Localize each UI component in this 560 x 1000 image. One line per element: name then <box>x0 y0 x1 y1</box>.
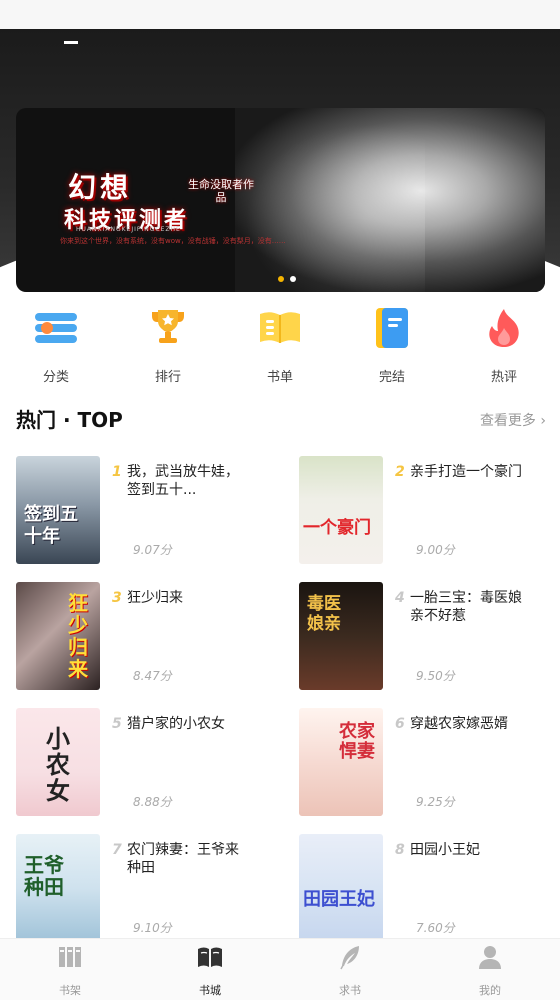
book-rank: 8 <box>395 842 405 858</box>
tab-label: 书城 <box>199 984 221 997</box>
book-title: 农门辣妻：王爷来种田 <box>127 842 239 876</box>
bookshelf-icon <box>59 947 81 967</box>
book-rank: 7 <box>112 842 122 858</box>
tab-label: 书架 <box>59 984 81 997</box>
category-item-booklist[interactable]: 书单 <box>224 300 336 385</box>
banner-title-line1: 幻想 <box>68 171 133 204</box>
tab-bookshelf[interactable]: 书架 <box>0 939 140 1000</box>
feather-icon <box>340 946 359 970</box>
category-item-classify[interactable]: 分类 <box>0 300 112 385</box>
book-title: 一胎三宝：毒医娘亲不好惹 <box>410 590 522 624</box>
tab-profile[interactable]: 我的 <box>420 939 560 1000</box>
book-score: 9.25分 <box>416 795 455 809</box>
carousel-indicator <box>278 276 296 282</box>
book-title: 田园小王妃 <box>410 842 480 858</box>
book-item[interactable]: 狂少归来 3 狂少归来 8.47分 <box>16 582 276 690</box>
banner-tagline: 你来到这个世界，没有系统，没有wow，没有战锤，没有梨月，没有…… <box>60 237 286 245</box>
carousel-dot-active[interactable] <box>278 276 284 282</box>
category-label: 热评 <box>490 370 517 385</box>
book-rank: 2 <box>395 464 405 480</box>
book-score: 9.50分 <box>416 669 455 683</box>
banner-author: 生命没取者作品 <box>188 178 254 204</box>
tab-request-book[interactable]: 求书 <box>280 939 420 1000</box>
book-rank: 1 <box>112 464 122 480</box>
book-rank: 4 <box>395 590 405 606</box>
flame-icon <box>489 309 519 347</box>
book-cover: 王爷种田 <box>16 834 100 942</box>
view-more-link[interactable]: 查看更多 › <box>480 410 546 430</box>
book-cover: 毒医娘亲 <box>299 582 383 690</box>
book-title: 狂少归来 <box>127 590 183 606</box>
carousel-dot[interactable] <box>290 276 296 282</box>
book-title: 我，武当放牛娃，签到五十... <box>127 464 239 498</box>
book-item[interactable]: 签到五十年 1 我，武当放牛娃，签到五十... 9.07分 <box>16 456 276 564</box>
category-label: 书单 <box>266 370 293 385</box>
completed-book-icon <box>376 308 408 348</box>
category-item-completed[interactable]: 完结 <box>336 300 448 385</box>
category-item-hot-review[interactable]: 热评 <box>448 300 560 385</box>
book-score: 9.00分 <box>416 543 455 557</box>
category-label: 排行 <box>154 370 181 385</box>
book-score: 8.88分 <box>133 795 172 809</box>
banner-carousel[interactable]: 幻想 生命没取者作品 科技评测者 HUANXIANGKEJIPINGCEZHE … <box>16 108 545 292</box>
book-cover: 狂少归来 <box>16 582 100 690</box>
book-item[interactable]: 田园王妃 8 田园小王妃 7.60分 <box>299 834 559 942</box>
tab-bookstore[interactable]: 书城 <box>140 939 280 1000</box>
category-label: 分类 <box>42 370 69 385</box>
book-item[interactable]: 一个豪门 2 亲手打造一个豪门 9.00分 <box>299 456 559 564</box>
book-rank: 3 <box>112 590 122 606</box>
status-bar <box>0 0 560 29</box>
open-book-icon <box>198 947 222 967</box>
book-score: 9.07分 <box>133 543 172 557</box>
tab-label: 我的 <box>479 984 501 997</box>
book-score: 7.60分 <box>416 921 455 935</box>
category-label: 完结 <box>378 370 405 385</box>
book-rank: 6 <box>395 716 405 732</box>
book-cover: 一个豪门 <box>299 456 383 564</box>
book-score: 8.47分 <box>133 669 172 683</box>
category-item-rank[interactable]: 排行 <box>112 300 224 385</box>
tab-label: 求书 <box>339 984 361 997</box>
book-title: 穿越农家嫁恶婿 <box>410 716 508 732</box>
book-score: 9.10分 <box>133 921 172 935</box>
book-cover: 田园王妃 <box>299 834 383 942</box>
book-item[interactable]: 毒医娘亲 4 一胎三宝：毒医娘亲不好惹 9.50分 <box>299 582 559 690</box>
book-cover: 农家悍妻 <box>299 708 383 816</box>
trophy-icon <box>152 310 184 343</box>
book-item[interactable]: 农家悍妻 6 穿越农家嫁恶婿 9.25分 <box>299 708 559 816</box>
category-nav: 分类 排行 书单 完结 热评 <box>0 300 560 385</box>
book-item[interactable]: 王爷种田 7 农门辣妻：王爷来种田 9.10分 <box>16 834 276 942</box>
section-title: 热门 · TOP <box>16 408 123 432</box>
book-rank: 5 <box>112 716 122 732</box>
bottom-tab-bar: 书架 书城 求书 我的 <box>0 938 560 1000</box>
book-title: 猎户家的小农女 <box>127 716 225 732</box>
banner-pinyin: HUANXIANGKEJIPINGCEZHE <box>76 226 181 233</box>
user-icon <box>479 946 501 969</box>
book-list-icon <box>260 312 300 343</box>
book-cover: 小农女 <box>16 708 100 816</box>
book-title: 亲手打造一个豪门 <box>410 464 522 480</box>
menu-dash-icon[interactable] <box>64 41 78 44</box>
book-item[interactable]: 小农女 5 猎户家的小农女 8.88分 <box>16 708 276 816</box>
category-icon <box>35 313 77 343</box>
book-cover: 签到五十年 <box>16 456 100 564</box>
